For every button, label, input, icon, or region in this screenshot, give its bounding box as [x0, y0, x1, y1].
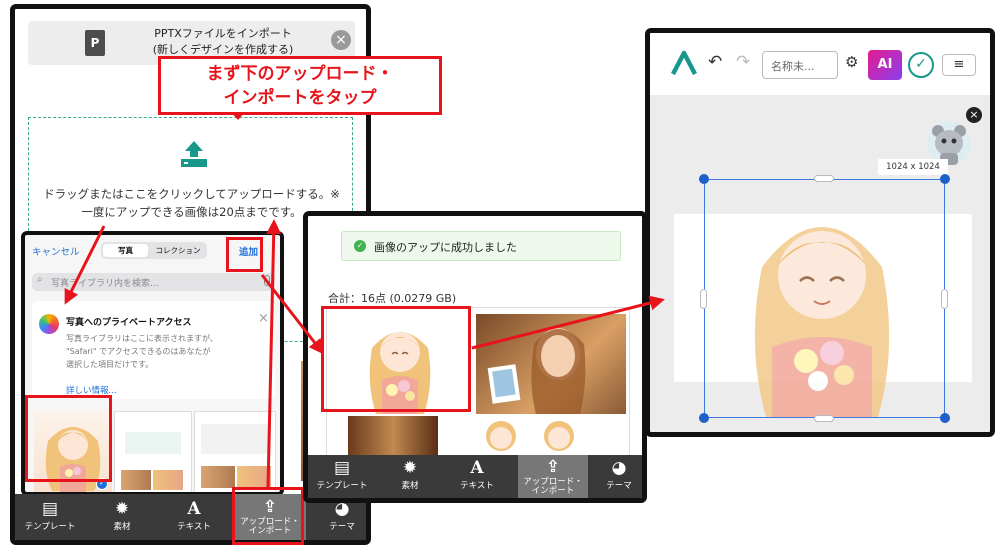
privacy-body: 写真ライブラリはここに表示されますが、 "Safari" でアクセスできるのはあ…	[66, 334, 218, 369]
highlight-selected-photo	[25, 395, 112, 482]
search-placeholder: 写真ライブラリ内を検索...	[51, 279, 159, 289]
toolbar-material[interactable]: ✹ 素材	[90, 500, 154, 532]
success-message: 画像のアップに成功しました	[374, 241, 517, 254]
callout-pointer	[231, 112, 245, 120]
thumbnail-content	[121, 470, 151, 490]
upload-icon: ⇪	[545, 457, 561, 477]
tab-photos[interactable]: 写真	[103, 244, 148, 257]
toolbar-template[interactable]: ▤ テンプレート	[18, 500, 82, 532]
search-field[interactable]: ⌕ 写真ライブラリ内を検索...	[32, 273, 275, 291]
toolbar-theme[interactable]: ◕ テーマ	[587, 458, 642, 491]
text-icon: A	[470, 458, 484, 478]
close-icon[interactable]: ×	[331, 30, 351, 50]
app-logo	[670, 49, 698, 77]
dimension-label: 1024 x 1024	[878, 159, 948, 175]
microphone-icon	[264, 275, 270, 286]
undo-icon[interactable]: ↶	[708, 52, 722, 72]
editor-header: ↶ ↷ 名称未... ⚙ AI ✓ ≡	[650, 33, 990, 95]
privacy-card: 写真へのプライベートアクセス × 写真ライブラリはここに表示されますが、 "Sa…	[32, 301, 275, 399]
material-icon: ✹	[402, 458, 418, 478]
menu-button[interactable]: ≡	[942, 54, 976, 76]
thumbnail-content	[201, 466, 235, 488]
thumbnail-content	[237, 466, 271, 488]
uploaded-image-chibi[interactable]	[476, 416, 526, 458]
check-circle-icon[interactable]: ✓	[908, 52, 934, 78]
toolbar-text[interactable]: A テキスト	[162, 500, 226, 532]
template-icon: ▤	[41, 499, 59, 519]
toolbar-upload-import[interactable]: ⇪ アップロード・ インポート	[518, 455, 588, 498]
ai-button[interactable]: AI	[868, 50, 902, 80]
toolbar-template[interactable]: ▤ テンプレート	[310, 459, 374, 491]
instruction-callout: まず下のアップロード・ インポートをタップ	[158, 56, 442, 115]
resize-handle[interactable]	[699, 174, 709, 184]
success-banner: ✓ 画像のアップに成功しました	[341, 231, 621, 261]
search-icon: ⌕	[37, 274, 43, 285]
photos-app-icon	[39, 314, 59, 334]
privacy-title: 写真へのプライベートアクセス	[66, 318, 192, 328]
gear-icon[interactable]: ⚙	[845, 53, 858, 71]
toolbar-material[interactable]: ✹ 素材	[378, 459, 442, 491]
thumbnail-content	[153, 470, 183, 490]
total-count: 合計：16点 (0.0279 GB)	[328, 292, 457, 305]
resize-handle[interactable]	[700, 289, 707, 309]
highlight-upload-import	[232, 487, 304, 545]
check-circle-icon: ✓	[354, 240, 366, 252]
highlight-uploaded-image	[321, 306, 471, 412]
upload-icon	[177, 139, 211, 169]
theme-icon: ◕	[611, 458, 627, 478]
resize-handle[interactable]	[699, 413, 709, 423]
thumbnail-content	[125, 432, 181, 454]
resize-handle[interactable]	[814, 415, 834, 422]
resize-handle[interactable]	[814, 175, 834, 182]
highlight-add-button	[226, 237, 263, 272]
tab-collection[interactable]: コレクション	[151, 244, 205, 257]
cancel-button[interactable]: キャンセル	[32, 244, 80, 258]
resize-handle[interactable]	[941, 289, 948, 309]
resize-handle[interactable]	[940, 174, 950, 184]
text-icon: A	[187, 499, 201, 519]
uploaded-image-chibi[interactable]	[534, 416, 584, 458]
material-icon: ✹	[114, 499, 130, 519]
toolbar-theme[interactable]: ◕ テーマ	[310, 500, 366, 532]
uploaded-image-woman[interactable]	[476, 314, 626, 414]
resize-handle[interactable]	[940, 413, 950, 423]
segmented-control[interactable]: 写真 コレクション	[101, 242, 207, 259]
redo-icon[interactable]: ↷	[736, 52, 750, 72]
pptx-import-label: PPTXファイルをインポート (新しくデザインを作成する)	[152, 27, 294, 56]
photo-thumbnail[interactable]	[114, 411, 192, 492]
uploaded-image-room[interactable]	[348, 416, 438, 458]
bottom-toolbar: ▤ テンプレート ✹ 素材 A テキスト ⇪ アップロード・ インポート ◕ テーマ	[308, 455, 642, 498]
document-name-placeholder: 名称未...	[771, 60, 815, 73]
pptx-file-icon: P	[85, 30, 105, 56]
close-icon[interactable]: ×	[258, 311, 269, 326]
toolbar-text[interactable]: A テキスト	[445, 459, 509, 491]
document-name-input[interactable]: 名称未...	[762, 51, 838, 79]
thumbnail-content	[201, 424, 271, 454]
template-icon: ▤	[333, 458, 351, 478]
phone-screen-right: ↶ ↷ 名称未... ⚙ AI ✓ ≡ × 1024 x 1024	[645, 28, 995, 437]
photo-thumbnail[interactable]	[194, 411, 276, 492]
selection-frame	[704, 179, 945, 418]
